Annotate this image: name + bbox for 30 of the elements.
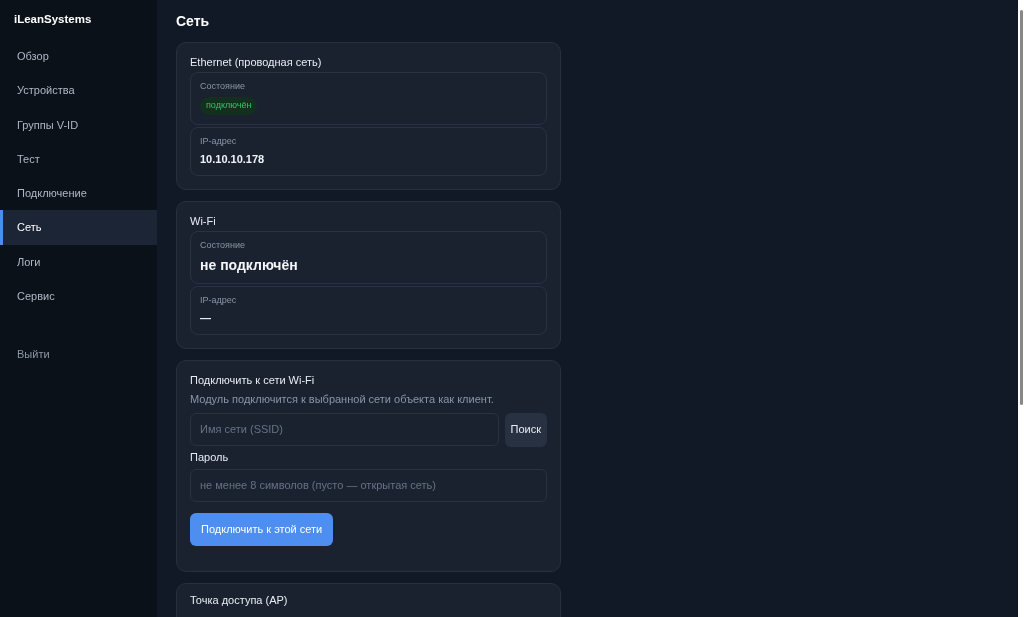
logout-link[interactable]: Выйти [0, 337, 157, 372]
status-badge: подключён [200, 97, 258, 115]
field-value: — [200, 310, 212, 325]
brand-name: iLeanSystems [13, 12, 93, 27]
card-title: Точка доступа (AP) [190, 592, 289, 608]
search-button[interactable]: Поиск [504, 412, 547, 447]
field-label: IP-адрес [200, 135, 238, 148]
nav-item[interactable]: Обзор [0, 38, 157, 74]
nav-item[interactable]: Сеть [0, 210, 157, 245]
nav-item[interactable]: Устройства [0, 73, 157, 108]
card-title: Подключить к сети Wi-Fi [190, 373, 316, 388]
password-label: Пароль [190, 449, 230, 464]
field-label: Состояние [200, 81, 246, 94]
scrollbar-thumb[interactable] [1020, 10, 1023, 405]
nav-item[interactable]: Сервис [0, 279, 157, 314]
card-title: Ethernet (проводная сеть) [190, 55, 323, 70]
password-field[interactable]: не менее 8 символов (пусто — открытая сеть) [190, 468, 547, 502]
card-description: Модуль подключится к выбранной сети объекта как клиент. [190, 392, 495, 407]
scrollbar[interactable] [1018, 0, 1024, 617]
nav-item[interactable]: Логи [0, 244, 157, 279]
field-value: 10.10.10.178 [200, 151, 266, 166]
field-label: IP-адрес [200, 295, 238, 307]
card-title: Wi-Fi [190, 213, 217, 229]
field-label: Состояние [200, 240, 246, 252]
nav-item[interactable]: Подключение [0, 176, 157, 211]
nav-item[interactable]: Группы V-ID [0, 107, 157, 142]
page-title: Сеть [176, 12, 211, 31]
nav-item[interactable]: Тест [0, 141, 157, 177]
ssid-field[interactable]: Имя сети (SSID) [190, 412, 499, 446]
status-value: не подключён [200, 255, 299, 274]
